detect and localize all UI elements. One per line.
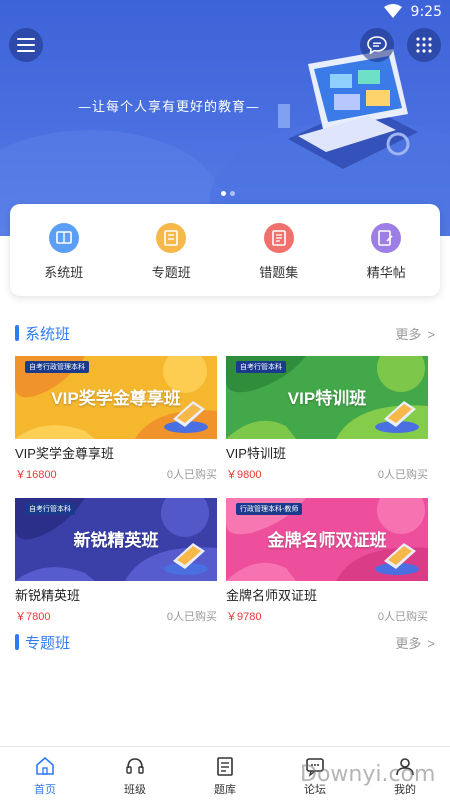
quick-nav-label: 精华帖 (366, 265, 406, 280)
section-title: 系统班 (25, 325, 71, 343)
quick-nav-label: 专题班 (151, 265, 191, 280)
post-edit-icon (371, 223, 402, 253)
course-card[interactable]: 行政管理本科-教师 金牌名师双证班 金牌名师双证班 ￥9780 0人已购买 (226, 498, 428, 624)
course-price: ￥16800 (15, 469, 57, 481)
carousel-indicator (221, 191, 235, 196)
more-link[interactable]: 更多 > (395, 324, 435, 343)
book-icon (48, 223, 79, 253)
chevron-right-icon: > (427, 635, 435, 651)
grid-dots-icon (416, 37, 432, 53)
course-thumbnail: 行政管理本科-教师 金牌名师双证班 (226, 498, 428, 581)
tab-classes[interactable]: 班级 (90, 747, 180, 800)
course-price: ￥9780 (226, 611, 262, 623)
laptop-desk-icon (164, 543, 208, 575)
course-name: VIP特训班 (226, 446, 286, 461)
course-card[interactable]: 自考行政管理本科 VIP奖学金尊享班 VIP奖学金尊享班 ￥16800 0人已购… (15, 356, 217, 482)
more-link[interactable]: 更多 > (395, 633, 435, 652)
tab-label: 班级 (124, 784, 146, 796)
quick-nav-featured-posts[interactable]: 精华帖 (333, 204, 441, 296)
document-list-icon (263, 223, 294, 253)
status-time: 9:25 (410, 4, 442, 20)
course-tag: 自考行管本科 (25, 503, 75, 515)
section-accent-bar (15, 634, 19, 650)
course-tag: 自考行管本科 (236, 361, 286, 373)
tab-label: 首页 (34, 784, 56, 796)
course-name: VIP奖学金尊享班 (15, 446, 114, 461)
tab-label: 题库 (214, 784, 236, 796)
course-price: ￥7800 (15, 611, 51, 623)
tab-question-bank[interactable]: 题库 (180, 747, 270, 800)
course-card[interactable]: 自考行管本科 VIP特训班 VIP特训班 ￥9800 0人已购买 (226, 356, 428, 482)
section-accent-bar (15, 325, 19, 341)
watermark-text: Downyi.com (300, 762, 436, 787)
laptop-desk-icon (164, 401, 208, 433)
banner-slogan: —让每个人享有更好的教育— (78, 100, 261, 115)
status-bar: 9:25 (0, 0, 450, 26)
section-header-topic: 专题班 更多 > (15, 632, 435, 652)
course-buyers: 0人已购买 (377, 469, 428, 481)
section-header-system: 系统班 更多 > (15, 323, 435, 343)
course-tag: 行政管理本科-教师 (236, 503, 303, 515)
notebook-icon (156, 223, 187, 253)
quick-nav-system-class[interactable]: 系统班 (10, 204, 118, 296)
course-buyers: 0人已购买 (166, 611, 217, 623)
course-card[interactable]: 自考行管本科 新锐精英班 新锐精英班 ￥7800 0人已购买 (15, 498, 217, 624)
course-name: 金牌名师双证班 (226, 588, 318, 603)
course-buyers: 0人已购买 (377, 611, 428, 623)
chevron-right-icon: > (427, 326, 435, 342)
quick-nav-card: 系统班 专题班 错题集 精华帖 (10, 204, 440, 296)
course-thumbnail: 自考行政管理本科 VIP奖学金尊享班 (15, 356, 217, 439)
home-icon (36, 756, 54, 775)
banner-illustration (278, 49, 418, 169)
message-button[interactable] (360, 28, 394, 62)
hamburger-icon (17, 38, 35, 52)
quick-nav-label: 系统班 (44, 265, 84, 280)
menu-button[interactable] (9, 28, 43, 62)
tab-home[interactable]: 首页 (0, 747, 90, 800)
apps-button[interactable] (407, 28, 441, 62)
course-thumbnail: 自考行管本科 新锐精英班 (15, 498, 217, 581)
course-price: ￥9800 (226, 469, 262, 481)
quick-nav-topic-class[interactable]: 专题班 (118, 204, 226, 296)
chat-bubble-icon (367, 36, 387, 54)
laptop-desk-icon (375, 543, 419, 575)
headset-icon (126, 758, 144, 774)
quick-nav-mistakes[interactable]: 错题集 (225, 204, 333, 296)
quick-nav-label: 错题集 (259, 265, 299, 280)
course-tag: 自考行政管理本科 (25, 361, 89, 373)
clipboard-icon (217, 757, 233, 776)
laptop-desk-icon (375, 401, 419, 433)
wifi-icon (384, 4, 402, 18)
course-buyers: 0人已购买 (166, 469, 217, 481)
course-thumbnail: 自考行管本科 VIP特训班 (226, 356, 428, 439)
section-title: 专题班 (25, 634, 71, 652)
course-name: 新锐精英班 (15, 588, 81, 603)
